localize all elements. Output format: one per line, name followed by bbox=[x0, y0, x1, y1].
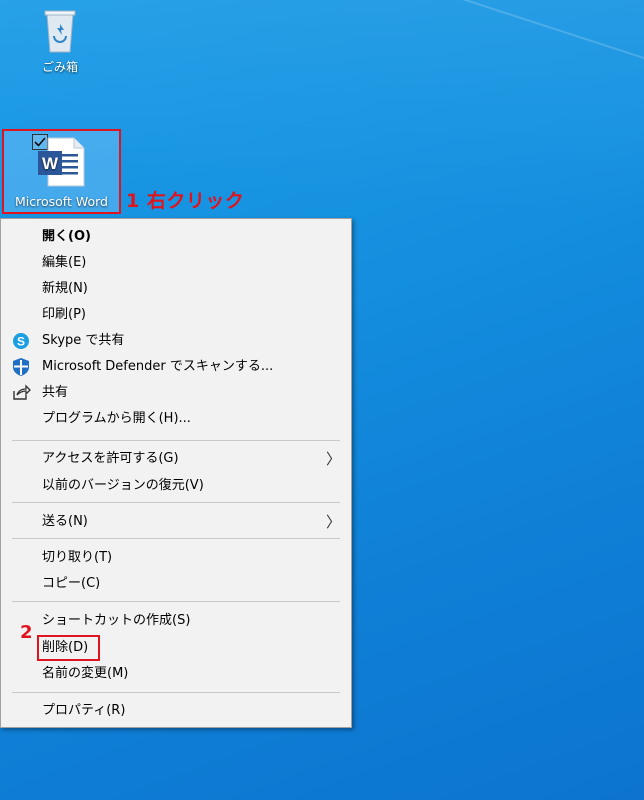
menu-item-cut[interactable]: 切り取り(T) bbox=[1, 545, 351, 571]
menu-item-label: 新規(N) bbox=[42, 281, 88, 296]
recycle-bin-icon bbox=[44, 10, 76, 53]
share-icon bbox=[13, 384, 31, 400]
menu-item-label: コピー(C) bbox=[42, 576, 101, 591]
menu-item-open-with[interactable]: プログラムから開く(H)... bbox=[1, 406, 351, 432]
context-menu: 開く(O) 編集(E) 新規(N) 印刷(P) S Skype で共有 Micr… bbox=[0, 218, 352, 728]
menu-item-rename[interactable]: 名前の変更(M) bbox=[1, 661, 351, 687]
menu-item-label: 共有 bbox=[42, 385, 69, 400]
menu-item-label: Skype で共有 bbox=[42, 333, 125, 348]
step1-annotation: 1 右クリック bbox=[126, 190, 245, 212]
svg-text:S: S bbox=[17, 335, 25, 349]
menu-item-label: プログラムから開く(H)... bbox=[42, 411, 191, 426]
word-document-icon: W bbox=[38, 137, 85, 187]
menu-item-edit[interactable]: 編集(E) bbox=[1, 250, 351, 276]
menu-item-give-access[interactable]: アクセスを許可する(G) 〉 bbox=[1, 446, 351, 472]
menu-item-copy[interactable]: コピー(C) bbox=[1, 571, 351, 597]
menu-separator bbox=[12, 692, 340, 693]
menu-item-label: プロパティ(R) bbox=[42, 703, 126, 718]
wallpaper-light-line bbox=[196, 0, 644, 131]
menu-item-label: ショートカットの作成(S) bbox=[42, 613, 191, 628]
menu-item-new[interactable]: 新規(N) bbox=[1, 276, 351, 302]
menu-item-properties[interactable]: プロパティ(R) bbox=[1, 698, 351, 724]
defender-shield-icon bbox=[13, 358, 29, 376]
menu-item-label: 編集(E) bbox=[42, 255, 87, 270]
menu-item-label: 以前のバージョンの復元(V) bbox=[42, 478, 204, 493]
menu-item-label: 送る(N) bbox=[42, 514, 88, 529]
recycle-bin-desktop-icon[interactable]: ごみ箱 bbox=[20, 6, 100, 75]
menu-item-label: 名前の変更(M) bbox=[42, 666, 129, 681]
word-file-label: Microsoft Word bbox=[15, 194, 108, 209]
menu-item-label: 切り取り(T) bbox=[42, 550, 113, 565]
menu-item-print[interactable]: 印刷(P) bbox=[1, 302, 351, 328]
menu-separator bbox=[12, 440, 340, 441]
menu-separator bbox=[12, 502, 340, 503]
skype-icon: S bbox=[13, 333, 29, 349]
word-file-desktop-icon[interactable]: W Microsoft Word bbox=[2, 129, 121, 214]
svg-text:W: W bbox=[42, 154, 59, 173]
menu-item-restore-versions[interactable]: 以前のバージョンの復元(V) bbox=[1, 473, 351, 499]
recycle-bin-label: ごみ箱 bbox=[41, 60, 78, 74]
menu-item-defender-scan[interactable]: Microsoft Defender でスキャンする... bbox=[1, 354, 351, 380]
menu-item-send-to[interactable]: 送る(N) 〉 bbox=[1, 509, 351, 535]
menu-item-label: Microsoft Defender でスキャンする... bbox=[42, 359, 274, 374]
menu-item-label: 開く(O) bbox=[42, 229, 91, 244]
menu-item-label: アクセスを許可する(G) bbox=[42, 451, 179, 466]
menu-item-open[interactable]: 開く(O) bbox=[1, 224, 351, 250]
menu-item-share[interactable]: 共有 bbox=[1, 380, 351, 406]
chevron-right-icon: 〉 bbox=[325, 450, 341, 468]
menu-item-label: 印刷(P) bbox=[42, 307, 86, 322]
menu-separator bbox=[12, 601, 340, 602]
menu-item-skype-share[interactable]: S Skype で共有 bbox=[1, 328, 351, 354]
menu-separator bbox=[12, 538, 340, 539]
menu-item-create-shortcut[interactable]: ショートカットの作成(S) bbox=[1, 608, 351, 634]
chevron-right-icon: 〉 bbox=[325, 513, 341, 531]
delete-highlight-box bbox=[37, 635, 100, 661]
step2-annotation: 2 bbox=[20, 622, 33, 643]
